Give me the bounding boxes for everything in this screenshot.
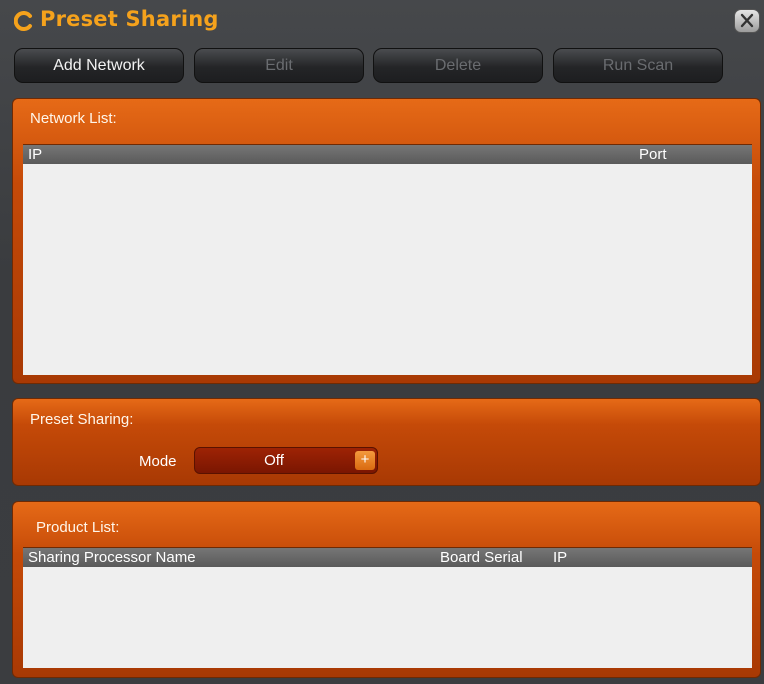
mode-select[interactable]: Off + (194, 447, 378, 474)
preset-sharing-title: Preset Sharing: (30, 411, 134, 428)
title-bar: Preset Sharing (0, 0, 764, 44)
network-list-title: Network List: (30, 110, 117, 127)
product-list-title: Product List: (36, 519, 120, 536)
mode-value: Off (264, 452, 284, 469)
column-header-ip[interactable]: IP (553, 548, 567, 567)
close-icon (740, 13, 754, 28)
column-header-sharing-processor-name[interactable]: Sharing Processor Name (28, 548, 196, 567)
mode-label: Mode (139, 453, 177, 470)
preset-sharing-panel: Preset Sharing: Mode Off + (12, 398, 761, 486)
add-network-button[interactable]: Add Network (14, 48, 184, 83)
mode-plus-button[interactable]: + (355, 451, 375, 470)
network-list-table[interactable]: IP Port (23, 144, 752, 375)
window-title: Preset Sharing (40, 7, 219, 31)
c-logo-icon (14, 11, 32, 31)
run-scan-button[interactable]: Run Scan (553, 48, 723, 83)
preset-sharing-window: Preset Sharing Add Network Edit Delete R… (0, 0, 764, 684)
close-button[interactable] (734, 9, 760, 33)
column-header-port[interactable]: Port (639, 145, 667, 164)
network-list-panel: Network List: IP Port (12, 98, 761, 384)
delete-button[interactable]: Delete (373, 48, 543, 83)
edit-button[interactable]: Edit (194, 48, 364, 83)
column-header-ip[interactable]: IP (28, 145, 42, 164)
network-list-header: IP Port (23, 145, 752, 164)
product-list-panel: Product List: Sharing Processor Name Boa… (12, 501, 761, 678)
column-header-board-serial[interactable]: Board Serial (440, 548, 523, 567)
product-list-header: Sharing Processor Name Board Serial IP (23, 548, 752, 567)
product-list-table[interactable]: Sharing Processor Name Board Serial IP (23, 547, 752, 668)
